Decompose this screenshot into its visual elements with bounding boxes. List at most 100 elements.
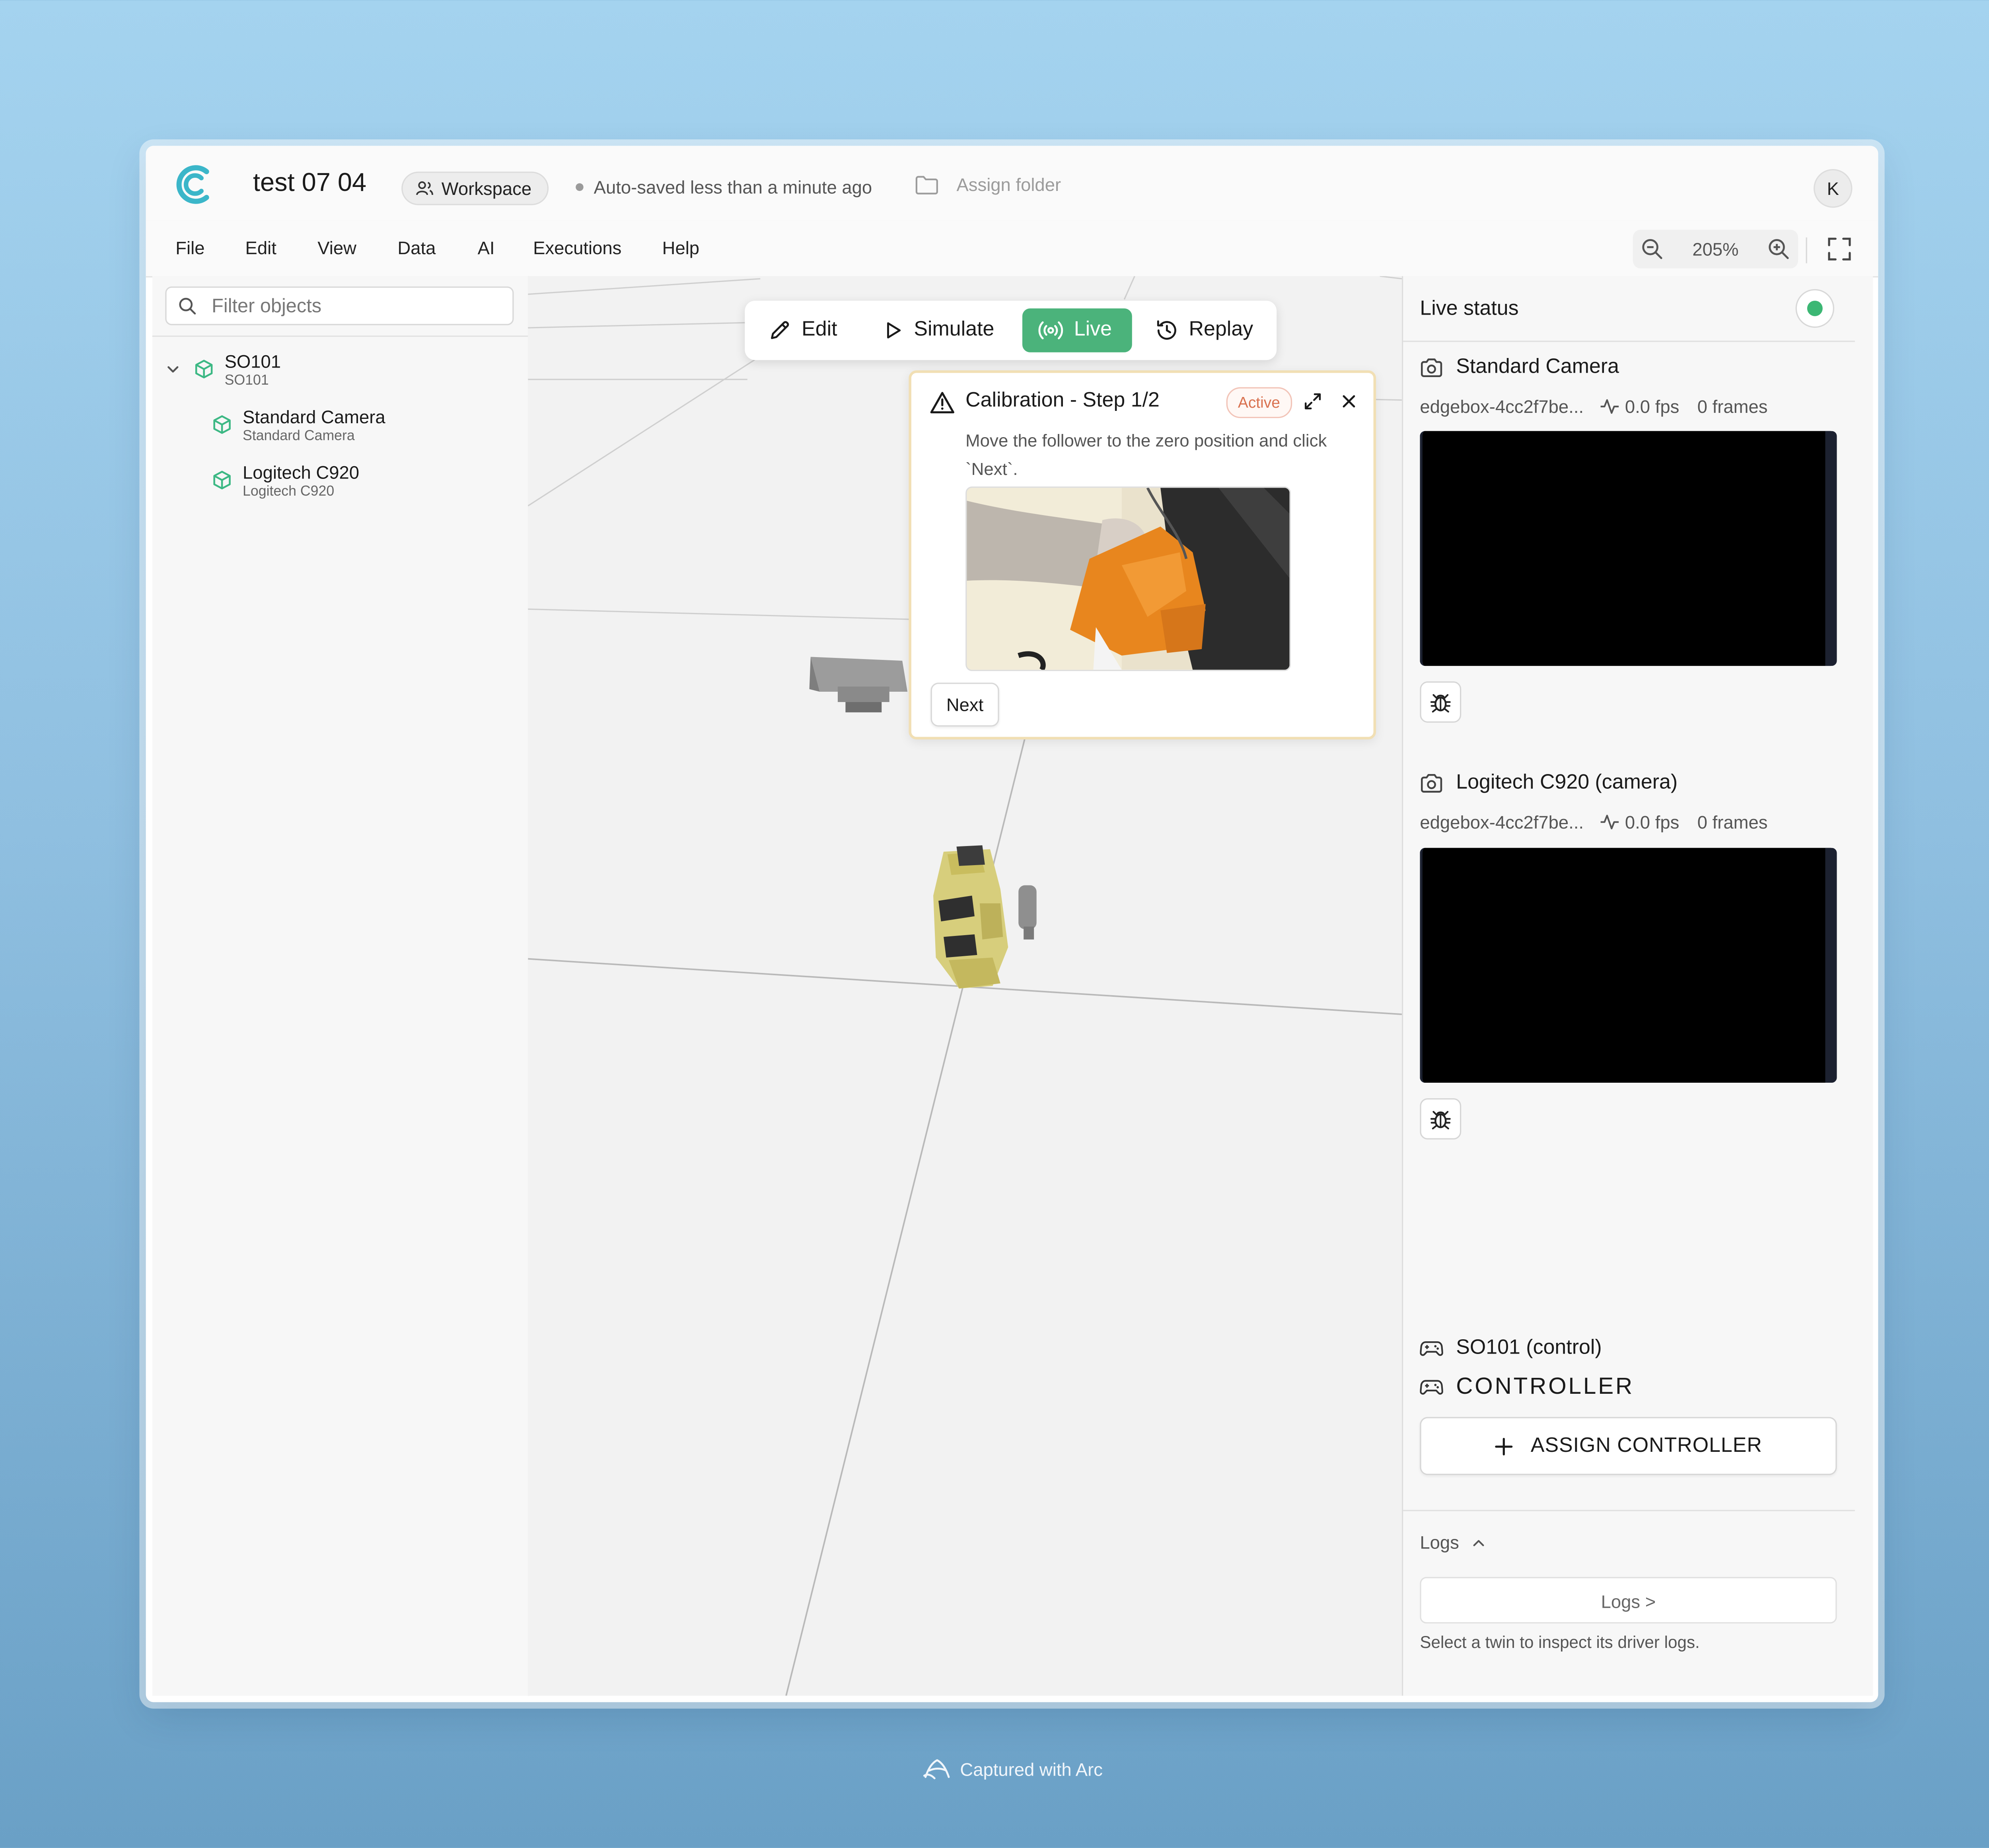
live-status-panel: Live status Standard Camera edgebox-4cc2…: [1401, 276, 1873, 1696]
activity-icon: [1600, 399, 1619, 414]
camera-fps: 0.0 fps: [1625, 396, 1680, 417]
mode-replay-button[interactable]: Replay: [1140, 308, 1269, 352]
logs-toggle[interactable]: Logs: [1420, 1532, 1486, 1552]
app-window: test 07 04 Workspace Auto-saved less tha…: [146, 146, 1878, 1702]
status-dot-icon: [1807, 300, 1823, 316]
logs-divider: [1403, 1510, 1855, 1511]
mode-live-label: Live: [1074, 319, 1112, 341]
filter-divider: [152, 335, 528, 337]
camera-frames: 0 frames: [1697, 396, 1768, 417]
debug-button-logitech[interactable]: [1420, 1098, 1462, 1140]
menu-ai[interactable]: AI: [478, 237, 495, 258]
zoom-level: 205%: [1692, 239, 1739, 260]
calibration-dialog: Calibration - Step 1/2 Active Move the f…: [909, 370, 1376, 740]
users-icon: [416, 181, 433, 195]
cube-icon: [195, 360, 213, 379]
autosave-text: Auto-saved less than a minute ago: [594, 177, 872, 198]
arc-logo-icon: [923, 1759, 950, 1780]
object-tree-panel: SO101 SO101 Standard Camera Standard Cam…: [152, 276, 529, 1696]
chevron-up-icon: [1473, 1539, 1485, 1546]
zoom-in-icon[interactable]: [1767, 237, 1790, 261]
menu-executions[interactable]: Executions: [533, 237, 621, 258]
mode-simulate-button[interactable]: Simulate: [868, 308, 1010, 352]
fullscreen-icon[interactable]: [1828, 237, 1851, 261]
menu-bar: File Edit View Data AI Executions Help 2…: [146, 220, 1878, 278]
camera-feed-standard: [1420, 431, 1837, 666]
camera-header-standard: Standard Camera: [1420, 356, 1619, 379]
mode-toolbar: Edit Simulate Live Replay: [745, 300, 1277, 360]
tree-item-name: SO101: [224, 351, 281, 372]
bug-icon: [1430, 694, 1451, 713]
gamepad-icon: [1420, 1341, 1443, 1356]
close-icon[interactable]: [1341, 394, 1356, 409]
camera-frames: 0 frames: [1697, 811, 1768, 833]
camera-name: Logitech C920 (camera): [1456, 772, 1678, 794]
live-status-title: Live status: [1420, 298, 1519, 320]
toolbar-divider: [1806, 237, 1807, 263]
app-header: test 07 04 Workspace Auto-saved less tha…: [146, 146, 1878, 222]
workspace-badge[interactable]: Workspace: [401, 171, 549, 205]
menu-help[interactable]: Help: [662, 237, 699, 258]
tree-item-logitech-c920[interactable]: Logitech C920 Logitech C920: [212, 462, 359, 500]
assign-folder-button[interactable]: Assign folder: [915, 174, 1061, 195]
3d-viewport[interactable]: Edit Simulate Live Replay Calibration - …: [528, 276, 1402, 1696]
camera-fps: 0.0 fps: [1625, 811, 1680, 833]
tree-item-subtitle: SO101: [224, 373, 269, 389]
logs-button[interactable]: Logs >: [1420, 1577, 1837, 1624]
camera-device-id: edgebox-4cc2f7be...: [1420, 396, 1584, 417]
camera-meta-logitech: edgebox-4cc2f7be... 0.0 fps 0 frames: [1420, 812, 1767, 833]
mode-replay-label: Replay: [1189, 319, 1253, 341]
pencil-icon: [771, 321, 789, 339]
warning-icon: [930, 392, 954, 414]
tree-item-subtitle: Standard Camera: [243, 428, 355, 444]
autosave-status: Auto-saved less than a minute ago: [576, 177, 872, 197]
calibration-instructions: Move the follower to the zero position a…: [965, 431, 1327, 479]
tree-item-so101[interactable]: SO101 SO101: [165, 351, 281, 389]
gamepad-icon: [1420, 1379, 1443, 1394]
controller-heading: CONTROLLER: [1420, 1373, 1634, 1400]
menu-data[interactable]: Data: [397, 237, 436, 258]
zoom-out-icon[interactable]: [1641, 237, 1664, 261]
menu-view[interactable]: View: [317, 237, 356, 258]
logs-hint: Select a twin to inspect its driver logs…: [1420, 1632, 1700, 1652]
logs-heading: Logs: [1420, 1532, 1459, 1553]
broadcast-icon: [1038, 321, 1063, 340]
calibration-title: Calibration - Step 1/2: [965, 389, 1160, 412]
camera-device-id: edgebox-4cc2f7be...: [1420, 811, 1584, 833]
debug-button-standard[interactable]: [1420, 681, 1462, 723]
status-badge: Active: [1226, 387, 1292, 418]
menu-file[interactable]: File: [175, 237, 204, 258]
tree-item-standard-camera[interactable]: Standard Camera Standard Camera: [212, 407, 385, 445]
bug-icon: [1430, 1111, 1451, 1130]
assign-controller-label: ASSIGN CONTROLLER: [1530, 1434, 1762, 1457]
cube-icon: [213, 471, 231, 490]
assign-folder-label: Assign folder: [956, 174, 1061, 195]
autosave-dot-icon: [576, 183, 584, 191]
folder-icon: [915, 175, 938, 194]
user-avatar[interactable]: K: [1814, 169, 1853, 208]
camera-model[interactable]: [809, 657, 908, 712]
document-title[interactable]: test 07 04: [253, 169, 366, 199]
mode-simulate-label: Simulate: [914, 319, 994, 341]
connection-status-indicator[interactable]: [1795, 289, 1835, 328]
cube-icon: [213, 415, 231, 434]
control-header: SO101 (control): [1420, 1337, 1602, 1360]
mode-edit-button[interactable]: Edit: [753, 308, 853, 352]
camera-icon: [1421, 774, 1442, 793]
mode-live-button[interactable]: Live: [1022, 308, 1132, 352]
panel-divider: [1403, 340, 1855, 342]
play-icon: [887, 322, 901, 338]
workspace-label: Workspace: [441, 178, 532, 199]
app-logo-icon[interactable]: [174, 164, 216, 205]
next-button[interactable]: Next: [930, 683, 999, 727]
calibration-photo: [965, 486, 1291, 671]
assign-controller-button[interactable]: ASSIGN CONTROLLER: [1420, 1417, 1837, 1475]
filter-objects-field[interactable]: [165, 286, 514, 325]
camera-meta-standard: edgebox-4cc2f7be... 0.0 fps 0 frames: [1420, 396, 1767, 417]
tree-item-subtitle: Logitech C920: [243, 484, 335, 500]
filter-objects-input[interactable]: [209, 294, 498, 318]
expand-icon[interactable]: [1304, 392, 1321, 410]
menu-edit[interactable]: Edit: [245, 237, 276, 258]
chevron-down-icon[interactable]: [165, 361, 181, 377]
robot-arm-model[interactable]: [933, 845, 1037, 989]
